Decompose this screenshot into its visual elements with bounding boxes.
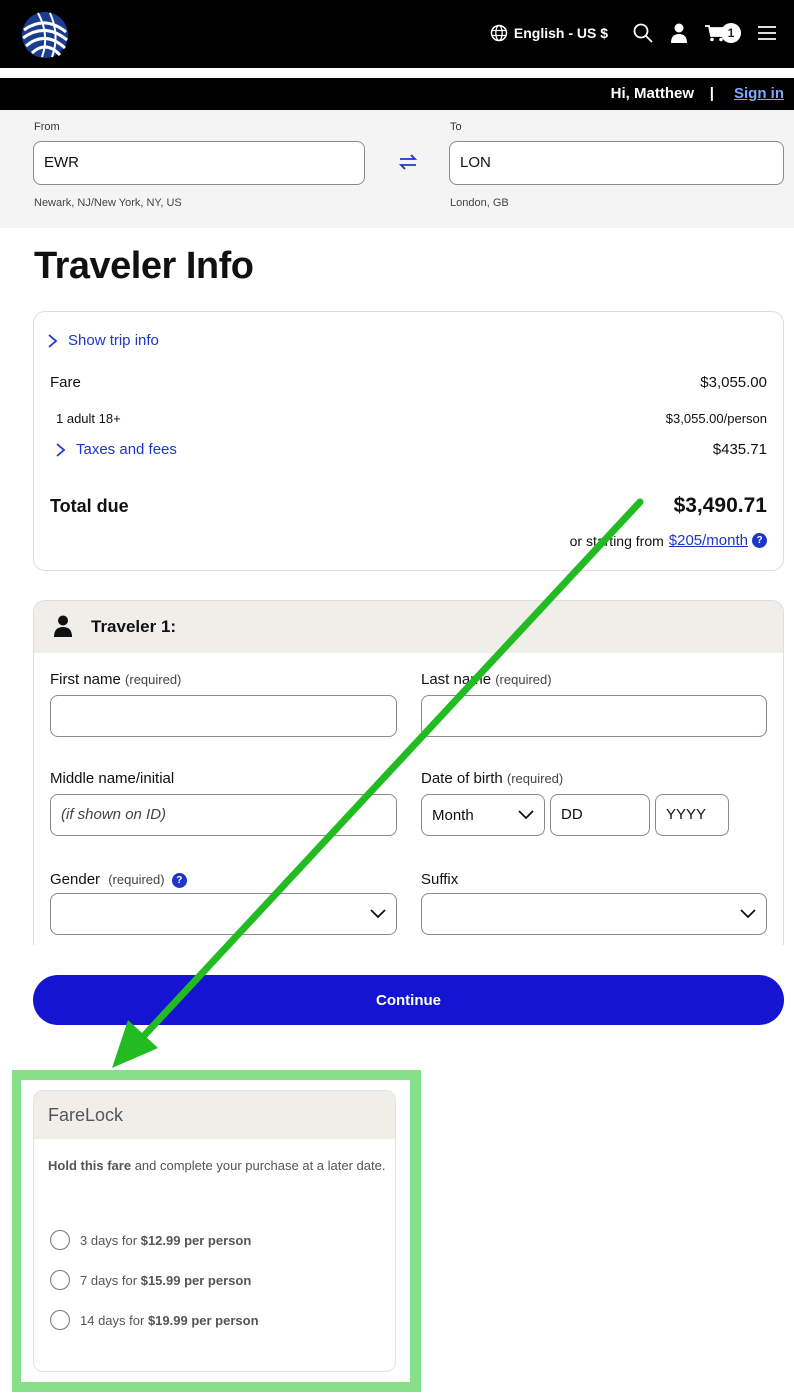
chevron-right-icon <box>56 442 66 457</box>
adult-per-person-value: $3,055.00/person <box>665 411 767 426</box>
fare-value: $3,055.00 <box>700 374 767 391</box>
farelock-desc-rest: and complete your purchase at a later da… <box>131 1158 386 1173</box>
gender-label: Gender (required) ? <box>50 871 187 888</box>
language-selector[interactable]: English - US $ <box>490 24 608 42</box>
chevron-right-icon <box>48 333 58 348</box>
farelock-title: FareLock <box>48 1105 124 1125</box>
from-airport-input[interactable]: EWR <box>33 141 365 185</box>
radio-button[interactable] <box>50 1270 70 1290</box>
middle-name-input[interactable]: (if shown on ID) <box>50 794 397 836</box>
dob-day-input[interactable]: DD <box>550 794 650 836</box>
search-button[interactable] <box>628 18 658 48</box>
chevron-down-icon <box>740 909 756 919</box>
farelock-option-3-days[interactable]: 3 days for $12.99 per person <box>50 1230 251 1250</box>
taxes-value: $435.71 <box>712 441 767 458</box>
search-icon <box>633 23 653 43</box>
dob-year-input[interactable]: YYYY <box>655 794 729 836</box>
chevron-down-icon <box>518 810 534 820</box>
cart-count-badge: 1 <box>721 23 741 43</box>
first-name-input[interactable] <box>50 695 397 737</box>
radio-button[interactable] <box>50 1310 70 1330</box>
greeting-separator: | <box>709 85 714 102</box>
date-of-birth-label: Date of birth (required) <box>421 770 563 787</box>
farelock-option-days: 14 days for <box>80 1312 145 1328</box>
required-indicator: (required) <box>108 872 165 887</box>
monthly-payment-info: or starting from $205/month ? <box>570 532 767 549</box>
total-due-label: Total due <box>50 496 129 516</box>
sign-in-link[interactable]: Sign in <box>734 85 784 102</box>
taxes-and-fees-toggle[interactable]: Taxes and fees <box>54 441 177 458</box>
farelock-option-price: $12.99 per person <box>140 1232 252 1248</box>
united-globe-logo-icon[interactable] <box>20 10 70 60</box>
radio-button[interactable] <box>50 1230 70 1250</box>
from-airport-description: Newark, NJ/New York, NY, US <box>34 197 182 209</box>
monthly-payment-link[interactable]: $205/month <box>669 532 748 549</box>
last-name-label: Last name (required) <box>421 671 552 688</box>
suffix-select[interactable] <box>421 893 767 935</box>
farelock-option-price: $15.99 per person <box>140 1272 252 1288</box>
required-indicator: (required) <box>125 672 182 687</box>
farelock-option-14-days[interactable]: 14 days for $19.99 per person <box>50 1310 259 1330</box>
farelock-option-price: $19.99 per person <box>147 1312 259 1328</box>
from-label: From <box>34 121 60 133</box>
taxes-and-fees-label: Taxes and fees <box>76 441 177 458</box>
dob-label-text: Date of birth <box>421 770 503 787</box>
help-icon[interactable]: ? <box>752 533 767 548</box>
suffix-label: Suffix <box>421 871 459 888</box>
total-due-value: $3,490.71 <box>673 494 767 517</box>
show-trip-info-label: Show trip info <box>68 332 159 349</box>
traveler-card-header: Traveler 1: <box>34 601 783 653</box>
swap-airports-icon[interactable] <box>396 150 420 174</box>
farelock-card: FareLock Hold this fare and complete you… <box>33 1090 396 1372</box>
menu-button[interactable] <box>752 18 782 48</box>
monthly-prefix: or starting from <box>569 532 664 549</box>
traveler-form-card: Traveler 1: First name (required) Last n… <box>33 600 784 945</box>
dob-month-select[interactable]: Month <box>421 794 545 836</box>
to-label: To <box>450 121 462 133</box>
greeting-bar: Hi, Matthew | Sign in <box>0 78 794 110</box>
language-label: English - US $ <box>513 25 608 41</box>
page-title: Traveler Info <box>34 245 254 287</box>
cart-button[interactable]: 1 <box>700 18 746 48</box>
account-button[interactable] <box>664 18 694 48</box>
farelock-option-days: 7 days for <box>80 1272 138 1288</box>
show-trip-info-toggle[interactable]: Show trip info <box>46 332 159 349</box>
farelock-option-days: 3 days for <box>80 1232 138 1248</box>
last-name-label-text: Last name <box>421 671 492 688</box>
first-name-label: First name (required) <box>50 671 181 688</box>
middle-name-label: Middle name/initial <box>50 770 175 787</box>
gender-select[interactable] <box>50 893 397 935</box>
help-icon[interactable]: ? <box>171 872 187 888</box>
farelock-desc-bold: Hold this fare <box>48 1158 132 1173</box>
to-airport-description: London, GB <box>450 197 509 209</box>
adult-label: 1 adult 18+ <box>56 411 121 426</box>
to-airport-input[interactable]: LON <box>449 141 784 185</box>
first-name-label-text: First name <box>50 671 121 688</box>
chevron-down-icon <box>370 909 386 919</box>
person-icon <box>54 615 72 637</box>
last-name-input[interactable] <box>421 695 767 737</box>
fare-summary-card: Show trip info Fare $3,055.00 1 adult 18… <box>33 311 784 571</box>
gender-label-text: Gender <box>50 871 101 888</box>
dob-month-value: Month <box>432 806 474 824</box>
user-icon <box>671 23 687 43</box>
globe-icon <box>490 24 508 42</box>
required-indicator: (required) <box>506 771 564 786</box>
farelock-header: FareLock <box>34 1091 395 1139</box>
fare-label: Fare <box>50 374 81 391</box>
farelock-description: Hold this fare and complete your purchas… <box>48 1155 388 1176</box>
required-indicator: (required) <box>495 672 552 687</box>
continue-button[interactable]: Continue <box>33 975 784 1025</box>
traveler-heading: Traveler 1: <box>91 617 177 636</box>
farelock-option-7-days[interactable]: 7 days for $15.99 per person <box>50 1270 251 1290</box>
top-navigation-bar: English - US $ 1 <box>0 0 794 68</box>
hamburger-menu-icon <box>758 26 776 40</box>
greeting-text: Hi, Matthew <box>610 85 694 102</box>
